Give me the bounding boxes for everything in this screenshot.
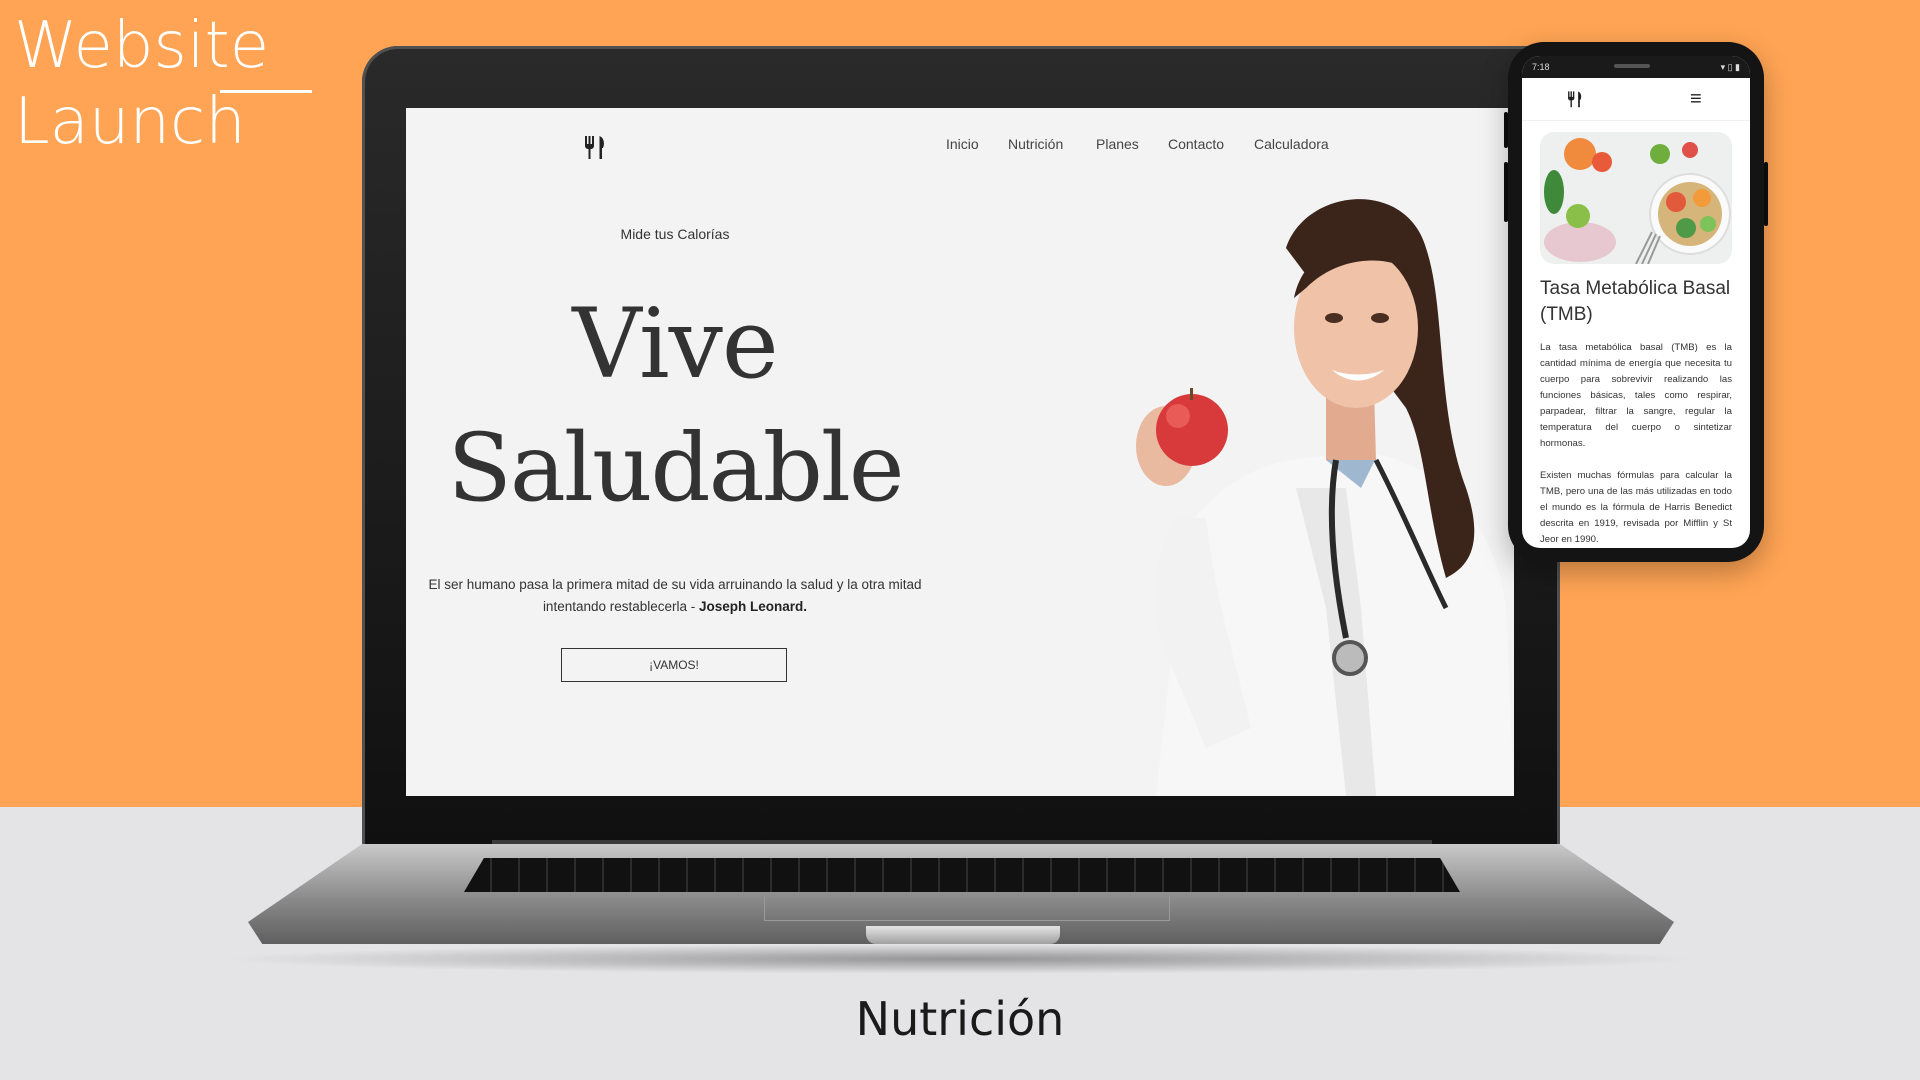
phone-power-button [1764, 162, 1768, 226]
title-underline [220, 90, 312, 93]
phone-screen: 7:18 ▾ ▯ ▮ ≡ Tasa Metabólica Basal (TMB)… [1522, 56, 1750, 548]
quote-text: El ser humano pasa la primera mitad de s… [428, 577, 922, 614]
nav-link-inicio[interactable]: Inicio [946, 136, 979, 152]
launch-title-line1: Website [14, 9, 270, 83]
phone-side-button [1504, 162, 1508, 222]
nav-link-calculadora[interactable]: Calculadora [1254, 136, 1329, 152]
phone-speaker [1614, 64, 1650, 68]
hamburger-menu-icon[interactable]: ≡ [1690, 89, 1702, 109]
vamos-button[interactable]: ¡VAMOS! [561, 648, 787, 682]
launch-title-line2: Launch [14, 85, 246, 159]
doctor-holding-apple-image [1136, 199, 1514, 796]
status-time: 7:18 [1532, 62, 1550, 72]
tmb-heading: Tasa Metabólica Basal (TMB) [1540, 278, 1731, 325]
nav-link-planes[interactable]: Planes [1096, 136, 1139, 152]
phone-side-button [1504, 112, 1508, 148]
laptop-screen: Inicio Nutrición Planes Contacto Calcula… [406, 108, 1514, 796]
quote-author: Joseph Leonard. [699, 599, 808, 614]
hero-title-line1: Vive [572, 288, 778, 400]
fork-knife-icon[interactable] [582, 134, 608, 160]
nav-link-nutricion[interactable]: Nutrición [1008, 136, 1063, 152]
tmb-paragraph-2: Existen muchas fórmulas para calcular la… [1540, 470, 1732, 545]
laptop-keyboard [464, 858, 1460, 892]
nav-link-contacto[interactable]: Contacto [1168, 136, 1224, 152]
laptop-shadow [220, 944, 1700, 974]
hero-title-line2: Saludable [447, 414, 904, 523]
phone-status-bar: 7:18 ▾ ▯ ▮ [1522, 56, 1750, 78]
laptop-trackpad [764, 896, 1170, 921]
tmb-paragraph-1: La tasa metabólica basal (TMB) es la can… [1540, 342, 1732, 449]
status-icons: ▾ ▯ ▮ [1720, 62, 1740, 72]
phone-header-divider [1522, 120, 1750, 121]
phone-mockup: 7:18 ▾ ▯ ▮ ≡ Tasa Metabólica Basal (TMB)… [1504, 42, 1768, 562]
fork-knife-icon[interactable] [1566, 90, 1584, 108]
healthy-food-bowl-image [1540, 132, 1732, 264]
caption: Nutrición [855, 992, 1065, 1046]
laptop-notch [866, 926, 1060, 944]
hero-eyebrow: Mide tus Calorías [620, 226, 730, 242]
hero-quote: El ser humano pasa la primera mitad de s… [406, 574, 944, 618]
launch-title: Website Launch [14, 8, 269, 160]
